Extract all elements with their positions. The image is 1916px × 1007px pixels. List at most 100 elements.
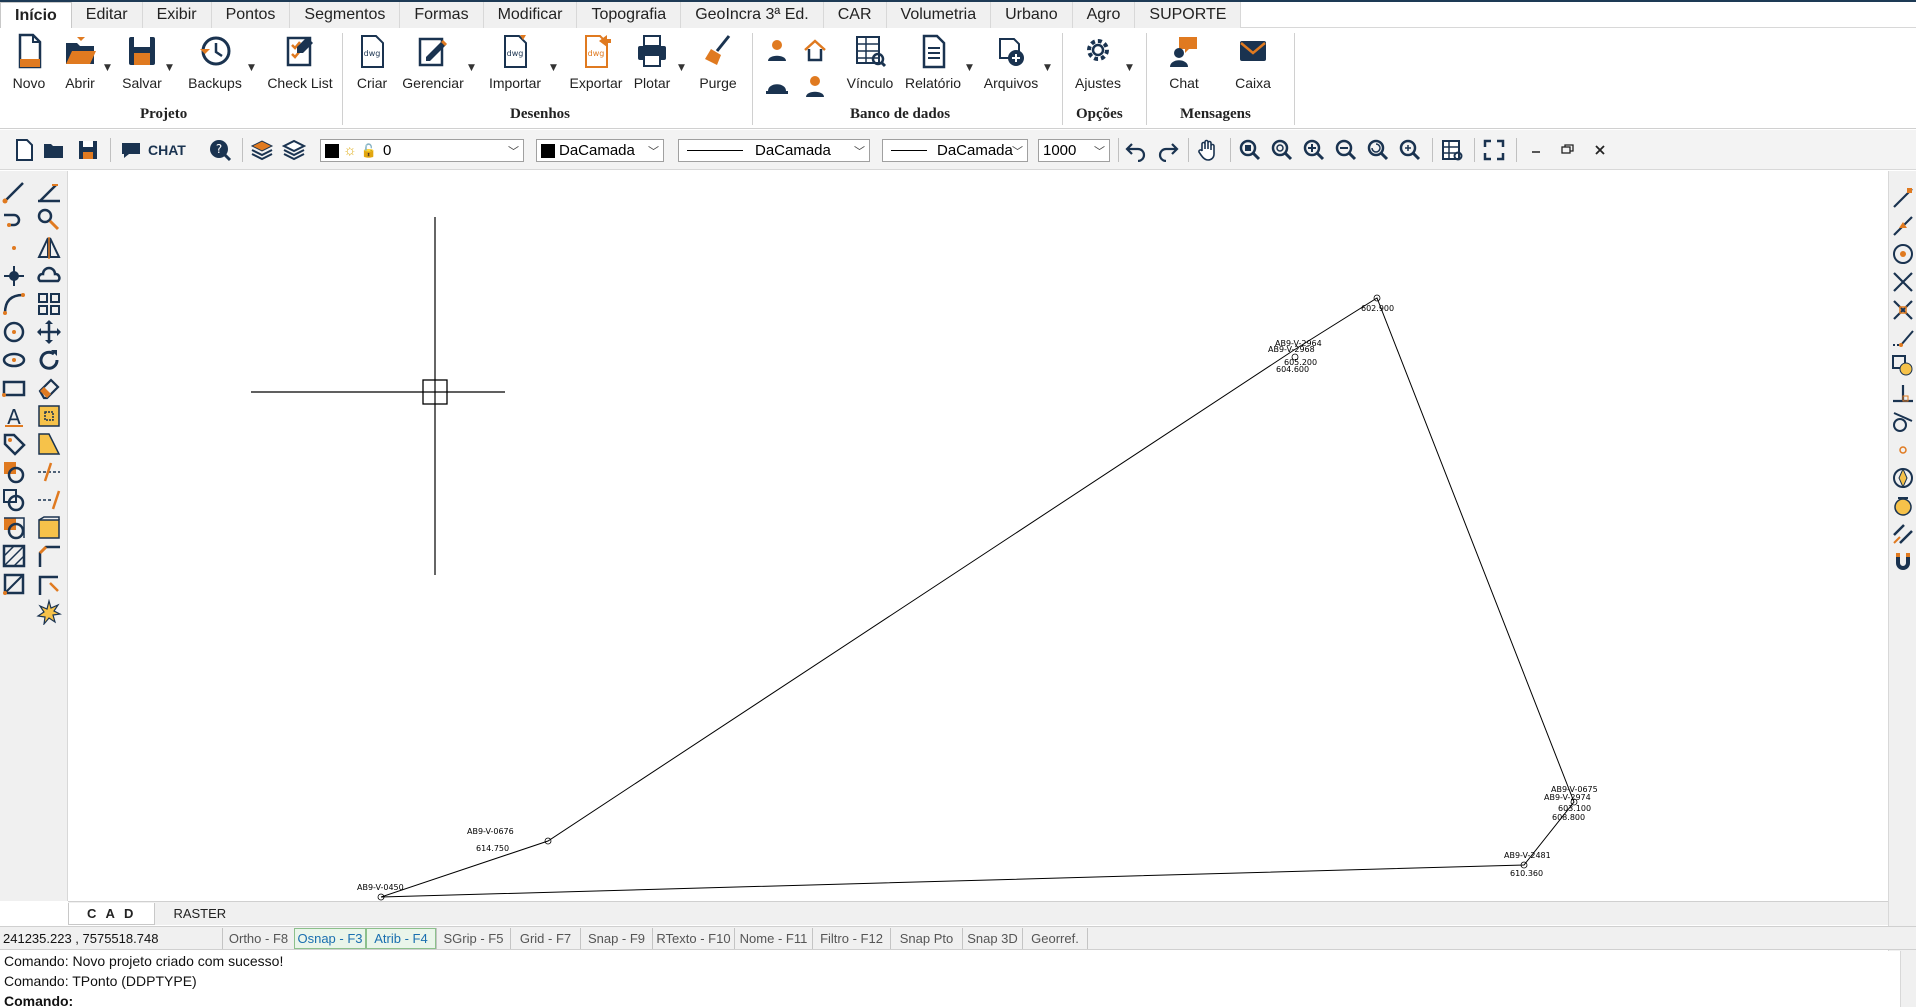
block-insert-icon[interactable] xyxy=(1,459,27,485)
fullscreen-icon[interactable] xyxy=(1482,138,1506,162)
linetype-select[interactable]: DaCamada ﹀ xyxy=(678,139,870,162)
region-tool-icon[interactable] xyxy=(1,571,27,597)
caixa-button[interactable]: Caixa xyxy=(1230,33,1276,99)
save-disk-icon[interactable] xyxy=(76,138,100,162)
toggle-grid[interactable]: Grid - F7 xyxy=(510,928,580,949)
circle-tool-icon[interactable] xyxy=(1,319,27,345)
move-tool-icon[interactable] xyxy=(36,319,62,345)
toggle-rtexto[interactable]: RTexto - F10 xyxy=(652,928,734,949)
snap-node-icon[interactable] xyxy=(1890,437,1916,463)
redo-icon[interactable] xyxy=(1156,138,1180,162)
importar-dropdown-icon[interactable]: ▼ xyxy=(550,63,557,73)
hatch-tool-icon[interactable] xyxy=(1,543,27,569)
offset-tool-icon[interactable] xyxy=(36,515,62,541)
snap-insertion-icon[interactable] xyxy=(1890,353,1916,379)
relatorio-button[interactable]: Relatório xyxy=(902,33,964,99)
layer-select[interactable]: ☼ 🔓 0 ﹀ xyxy=(320,139,524,162)
zoom-out-icon[interactable] xyxy=(1334,138,1358,162)
tag-tool-icon[interactable] xyxy=(1,431,27,457)
pan-hand-icon[interactable] xyxy=(1196,138,1220,162)
abrir-dropdown-icon[interactable]: ▼ xyxy=(104,63,111,73)
gerenciar-button[interactable]: Gerenciar xyxy=(400,33,466,99)
gerenciar-dropdown-icon[interactable]: ▼ xyxy=(468,63,475,73)
arquivos-dropdown-icon[interactable]: ▼ xyxy=(1044,63,1051,73)
drawing-svg[interactable]: AB9-V-2964 AB9-V-2968 605.200 604.600 60… xyxy=(68,171,1888,901)
snap-extension-icon[interactable] xyxy=(1890,325,1916,351)
snap-apparent-icon[interactable] xyxy=(1890,297,1916,323)
trim-tool-icon[interactable] xyxy=(36,459,62,485)
group-tool-icon[interactable] xyxy=(1,515,27,541)
ajustes-dropdown-icon[interactable]: ▼ xyxy=(1126,63,1133,73)
tab-urbano[interactable]: Urbano xyxy=(991,2,1073,28)
text-tool-icon[interactable]: A xyxy=(1,403,27,429)
cloud-tool-icon[interactable] xyxy=(36,263,62,289)
abrir-button[interactable]: Abrir xyxy=(60,33,100,99)
tab-car[interactable]: CAR xyxy=(823,2,887,28)
undo-icon[interactable] xyxy=(1124,138,1148,162)
command-scrollbar[interactable] xyxy=(1900,951,1916,1007)
zoom-window-icon[interactable] xyxy=(1238,138,1262,162)
extend-tool-icon[interactable] xyxy=(36,487,62,513)
toggle-snap[interactable]: Snap - F9 xyxy=(580,928,652,949)
criar-button[interactable]: dwg Criar xyxy=(352,33,392,99)
properties-table-icon[interactable] xyxy=(1440,138,1464,162)
arc-tool-icon[interactable] xyxy=(1,291,27,317)
dimension-tool-icon[interactable] xyxy=(36,179,62,205)
point-tool-icon[interactable] xyxy=(1,235,27,261)
tab-formas[interactable]: Formas xyxy=(400,2,484,28)
command-prompt[interactable]: Comando: xyxy=(0,991,1916,1007)
toggle-filtro[interactable]: Filtro - F12 xyxy=(812,928,890,949)
rectangle-tool-icon[interactable] xyxy=(1,375,27,401)
minimize-icon[interactable] xyxy=(1524,138,1548,162)
importar-button[interactable]: dwg Importar xyxy=(484,33,546,99)
tab-cad[interactable]: C A D xyxy=(68,902,156,925)
snap-midpoint-icon[interactable] xyxy=(1890,213,1916,239)
fillet-tool-icon[interactable] xyxy=(36,207,62,233)
layers-icon[interactable] xyxy=(250,138,274,162)
plotar-dropdown-icon[interactable]: ▼ xyxy=(678,63,685,73)
open-folder-icon[interactable] xyxy=(42,138,66,162)
scale-tool-icon[interactable] xyxy=(36,403,62,429)
helmet-icon[interactable] xyxy=(764,73,790,99)
scale-select[interactable]: 1000 ﹀ xyxy=(1038,139,1110,162)
explode-tool-icon[interactable] xyxy=(36,599,62,625)
home-icon[interactable] xyxy=(802,37,828,63)
backups-button[interactable]: Backups xyxy=(184,33,246,99)
toggle-snap-pto[interactable]: Snap Pto xyxy=(890,928,962,949)
zoom-previous-icon[interactable] xyxy=(1366,138,1390,162)
toggle-georref[interactable]: Georref. xyxy=(1022,928,1088,949)
array-tool-icon[interactable] xyxy=(36,291,62,317)
stretch-tool-icon[interactable] xyxy=(36,431,62,457)
line-tool-icon[interactable] xyxy=(1,179,27,205)
check-list-button[interactable]: Check List xyxy=(264,33,336,99)
chamfer-tool-icon[interactable] xyxy=(36,543,62,569)
tab-topografia[interactable]: Topografia xyxy=(577,2,682,28)
polyline-tool-icon[interactable] xyxy=(1,207,27,233)
zoom-in-icon[interactable] xyxy=(1302,138,1326,162)
layer-state-icon[interactable] xyxy=(282,138,306,162)
property-boundary-polygon[interactable] xyxy=(380,297,1575,898)
close-icon[interactable] xyxy=(1588,138,1612,162)
tab-segmentos[interactable]: Segmentos xyxy=(290,2,401,28)
snap-intersection-icon[interactable] xyxy=(1890,269,1916,295)
erase-tool-icon[interactable] xyxy=(36,375,62,401)
drawing-canvas[interactable]: AB9-V-2964 AB9-V-2968 605.200 604.600 60… xyxy=(68,171,1888,901)
break-tool-icon[interactable] xyxy=(36,571,62,597)
toggle-ortho[interactable]: Ortho - F8 xyxy=(222,928,294,949)
toggle-atrib[interactable]: Atrib - F4 xyxy=(366,928,436,949)
zoom-extents-icon[interactable] xyxy=(1270,138,1294,162)
tab-pontos[interactable]: Pontos xyxy=(211,2,291,28)
ajustes-button[interactable]: Ajustes xyxy=(1070,33,1126,99)
toggle-osnap[interactable]: Osnap - F3 xyxy=(294,928,366,949)
tab-editar[interactable]: Editar xyxy=(71,2,143,28)
tab-inicio[interactable]: Início xyxy=(0,2,72,28)
tab-geoincra[interactable]: GeoIncra 3ª Ed. xyxy=(681,2,824,28)
zoom-all-icon[interactable] xyxy=(1398,138,1422,162)
command-window[interactable]: Comando: Novo projeto criado com sucesso… xyxy=(0,951,1916,1007)
novo-button[interactable]: Novo xyxy=(8,33,50,99)
snap-nearest-icon[interactable] xyxy=(1890,493,1916,519)
person-icon[interactable] xyxy=(802,73,828,99)
tab-raster[interactable]: RASTER xyxy=(155,903,244,925)
tab-agro[interactable]: Agro xyxy=(1072,2,1136,28)
rotate-tool-icon[interactable] xyxy=(36,347,62,373)
